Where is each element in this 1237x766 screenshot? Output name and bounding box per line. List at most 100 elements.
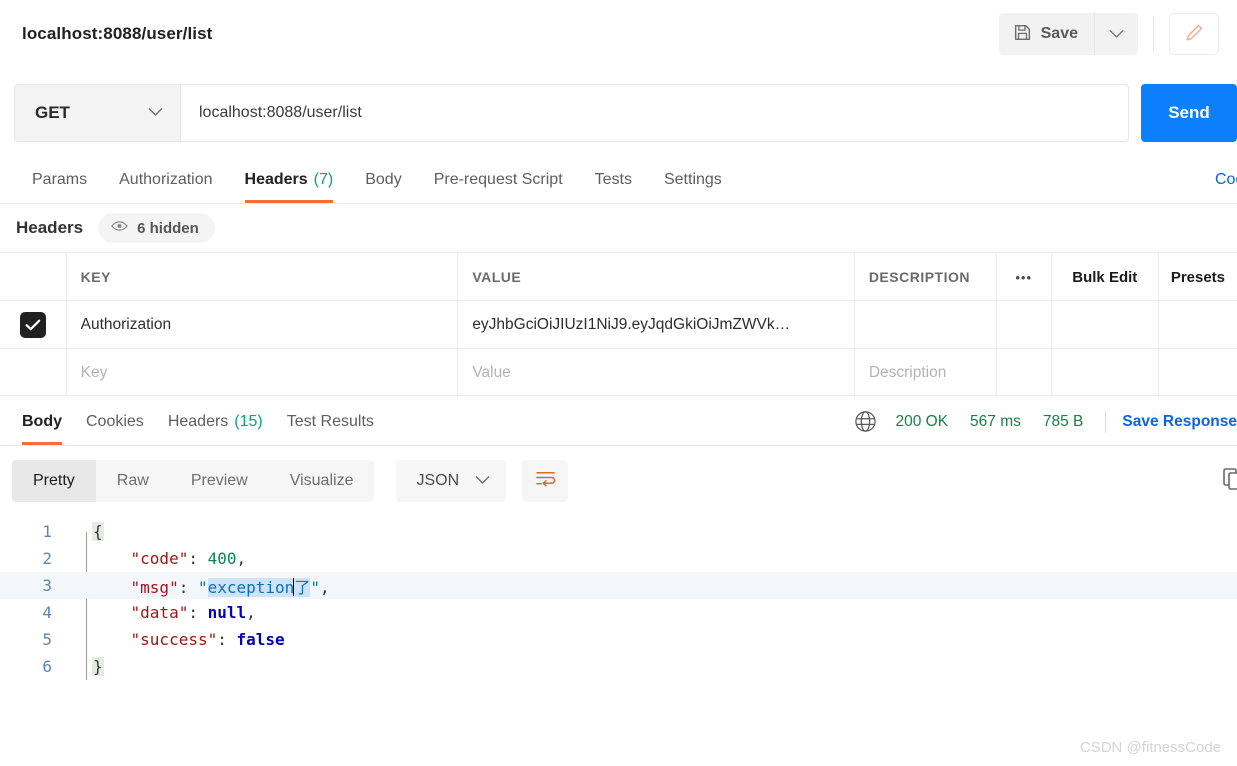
tab-count: (15) [234, 412, 263, 430]
code-line: 1 { [0, 518, 1237, 545]
response-tab-headers[interactable]: Headers (15) [156, 399, 275, 445]
tab-settings[interactable]: Settings [648, 157, 738, 203]
table-row[interactable]: Key Value Description [0, 348, 1237, 397]
line-number: 2 [42, 549, 52, 568]
edit-request-button[interactable] [1169, 13, 1219, 55]
line-number: 5 [42, 630, 52, 649]
response-tab-body[interactable]: Body [10, 399, 74, 445]
json-key: "msg" [130, 577, 179, 597]
response-tab-test-results[interactable]: Test Results [275, 399, 386, 445]
json-key: "data" [130, 603, 189, 622]
column-header-value: VALUE [472, 269, 522, 285]
headers-table: KEY VALUE DESCRIPTION ••• Bulk Edit Pres… [0, 252, 1237, 397]
response-body-editor[interactable]: 1 { 2 "code": 400, 3 "msg": "exception了"… [0, 518, 1237, 708]
top-bar-actions: Save [998, 13, 1219, 55]
code-line: 5 "success": false [0, 626, 1237, 653]
json-punct: : [188, 603, 208, 622]
view-visualize-button[interactable]: Visualize [269, 460, 375, 502]
bulk-edit-button[interactable]: Bulk Edit [1052, 253, 1159, 301]
row-preset-cell [1159, 349, 1237, 397]
line-number: 1 [42, 522, 52, 541]
format-select[interactable]: JSON [396, 460, 507, 502]
word-wrap-button[interactable] [522, 460, 569, 502]
body-view-segmented-control: Pretty Raw Preview Visualize [12, 460, 375, 502]
header-cell-value: VALUE [458, 253, 855, 301]
code-content: "success": false [72, 630, 285, 649]
url-input[interactable] [181, 85, 1128, 141]
hidden-headers-label: 6 hidden [137, 219, 199, 237]
header-cell-description: DESCRIPTION [855, 253, 997, 301]
row-options-cell [997, 349, 1052, 397]
tab-label: Test Results [286, 412, 374, 430]
page-title: localhost:8088/user/list [22, 24, 213, 43]
new-description-placeholder: Description [868, 364, 947, 381]
copy-button[interactable] [1223, 467, 1237, 495]
json-value: 400 [207, 549, 237, 568]
view-raw-button[interactable]: Raw [96, 460, 170, 502]
json-punct: : [178, 577, 198, 597]
checkbox-checked-icon [19, 312, 46, 338]
copy-icon [1223, 467, 1237, 495]
tab-label: Headers [244, 170, 308, 188]
fold-brace[interactable]: } [92, 657, 104, 676]
row-value-cell[interactable]: eyJhbGciOiJIUzI1NiJ9.eyJqdGkiOiJmZWVk… [458, 301, 855, 349]
response-tab-cookies[interactable]: Cookies [74, 399, 156, 445]
row-description-cell[interactable] [855, 301, 997, 349]
save-button-label: Save [1040, 25, 1078, 42]
json-punct: , [246, 603, 256, 622]
tab-label: Headers [167, 412, 229, 430]
tab-body[interactable]: Body [349, 157, 417, 203]
column-header-key: KEY [80, 269, 111, 285]
tab-authorization[interactable]: Authorization [103, 157, 228, 203]
row-key-value: Authorization [80, 316, 172, 333]
json-punct: : [188, 549, 208, 568]
fold-brace[interactable]: { [92, 522, 104, 541]
top-bar: localhost:8088/user/list Save [0, 0, 1237, 68]
tab-label: Body [22, 412, 62, 430]
new-description-cell[interactable]: Description [855, 349, 997, 397]
view-preview-button[interactable]: Preview [170, 460, 269, 502]
json-punct: , [236, 549, 247, 568]
postman-window: localhost:8088/user/list Save GET localh… [0, 0, 1237, 766]
hidden-headers-toggle[interactable]: 6 hidden [98, 213, 215, 243]
tab-count: (7) [313, 170, 334, 188]
tab-pre-request-script[interactable]: Pre-request Script [418, 157, 579, 203]
row-options-cell [997, 301, 1052, 349]
table-row[interactable]: Authorization eyJhbGciOiJIUzI1NiJ9.eyJqd… [0, 300, 1237, 349]
line-number: 3 [42, 576, 52, 595]
row-key-cell[interactable]: Authorization [67, 301, 459, 349]
code-content: "data": null, [72, 603, 256, 622]
new-key-cell[interactable]: Key [67, 349, 459, 397]
code-line: 6 } [0, 653, 1237, 680]
tab-label: Cookies [86, 412, 144, 430]
status-divider [1105, 410, 1107, 433]
json-value: null [207, 603, 247, 622]
view-label: Pretty [33, 472, 75, 489]
save-response-button[interactable]: Save Response [1122, 413, 1237, 431]
header-cell-check [0, 253, 67, 301]
table-options-button[interactable]: ••• [997, 253, 1052, 301]
column-header-description: DESCRIPTION [868, 269, 970, 285]
toolbar-divider [1153, 17, 1154, 51]
presets-label: Presets [1170, 268, 1226, 286]
word-wrap-icon [535, 469, 556, 493]
code-content: "code": 400, [72, 549, 247, 568]
method-select[interactable]: GET [15, 85, 181, 141]
save-options-button[interactable] [1094, 13, 1138, 55]
presets-button[interactable]: Presets [1159, 253, 1237, 301]
tab-params[interactable]: Params [16, 157, 103, 203]
tab-headers[interactable]: Headers (7) [229, 157, 350, 203]
line-number: 6 [42, 657, 52, 676]
save-button[interactable]: Save [998, 13, 1094, 55]
row-checkbox[interactable] [0, 349, 67, 397]
globe-icon[interactable] [854, 410, 877, 433]
send-button[interactable]: Send [1141, 84, 1237, 142]
response-time: 567 ms [970, 412, 1021, 430]
url-bar-row: GET Send [0, 82, 1237, 144]
tab-tests[interactable]: Tests [579, 157, 648, 203]
row-checkbox[interactable] [0, 301, 67, 349]
watermark: CSDN @fitnessCode [1079, 739, 1221, 756]
new-value-cell[interactable]: Value [458, 349, 855, 397]
cookies-link[interactable]: Cookies [1215, 171, 1237, 189]
view-pretty-button[interactable]: Pretty [12, 460, 96, 502]
